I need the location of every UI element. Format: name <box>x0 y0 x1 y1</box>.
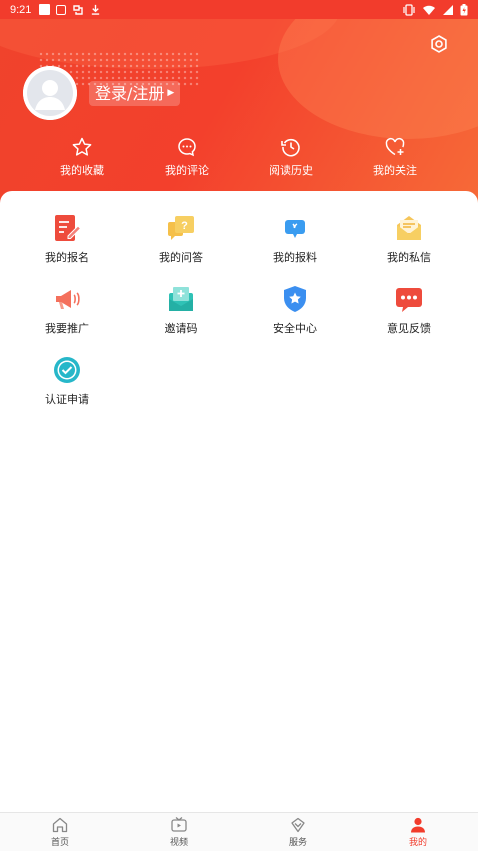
report-news-icon <box>285 220 305 238</box>
download-icon <box>92 4 100 15</box>
grid-item-report[interactable]: 我的报料 <box>250 213 340 265</box>
notification-square-icon <box>39 4 51 15</box>
grid-item-label: 我的私信 <box>387 251 431 264</box>
grid-item-signup[interactable]: 我的报名 <box>22 213 112 265</box>
grid-item-feedback[interactable]: 意见反馈 <box>364 284 454 336</box>
service-icon <box>291 817 305 833</box>
tab-home[interactable]: 首页 <box>30 816 90 848</box>
quick-link-history[interactable]: 阅读历史 <box>251 136 331 178</box>
avatar[interactable] <box>23 66 77 120</box>
tab-mine[interactable]: 我的 <box>388 816 448 848</box>
tab-label: 我的 <box>408 838 427 848</box>
quick-link-label: 阅读历史 <box>269 164 313 177</box>
app-a-icon <box>56 4 67 15</box>
vibrate-icon <box>403 3 415 16</box>
heart-add-icon <box>385 137 405 156</box>
grid-item-label: 我要推广 <box>45 322 89 335</box>
private-message-icon <box>397 216 421 240</box>
status-time: 9:21 <box>10 3 32 16</box>
quick-link-favorites[interactable]: 我的收藏 <box>42 136 122 178</box>
settings-button[interactable] <box>429 34 449 54</box>
invite-code-icon <box>169 287 193 311</box>
grid-item-invite-code[interactable]: 邀请码 <box>136 284 226 336</box>
user-icon <box>411 817 425 833</box>
cell-signal-icon <box>443 4 453 15</box>
grid-item-label: 我的报名 <box>45 251 89 264</box>
video-icon <box>171 817 187 832</box>
grid-item-label: 认证申请 <box>45 393 89 406</box>
tab-video[interactable]: 视频 <box>149 816 209 848</box>
quick-link-label: 我的收藏 <box>60 164 104 177</box>
grid-item-qa[interactable]: ? 我的问答 <box>136 213 226 265</box>
tab-service[interactable]: 服务 <box>268 816 328 848</box>
quick-link-comments[interactable]: 我的评论 <box>147 136 227 178</box>
signup-form-icon <box>55 215 82 241</box>
feedback-icon <box>396 288 422 312</box>
history-icon <box>281 138 300 157</box>
star-icon <box>72 137 92 156</box>
grid-item-promote[interactable]: 我要推广 <box>22 284 112 336</box>
shield-icon <box>284 286 306 312</box>
grid-item-security[interactable]: 安全中心 <box>250 284 340 336</box>
grid-item-label: 意见反馈 <box>387 322 431 335</box>
megaphone-icon <box>56 290 80 309</box>
tab-label: 服务 <box>288 838 307 848</box>
qa-icon: ? <box>168 216 194 240</box>
grid-item-verification[interactable]: 认证申请 <box>22 355 112 407</box>
login-register-button[interactable]: 登录/注册 ▶ <box>89 81 181 106</box>
verified-badge-icon <box>54 357 80 383</box>
login-register-label: 登录/注册 <box>95 84 165 103</box>
settings-icon <box>431 35 447 53</box>
feature-card: 我的报名 ? 我的问答 我的报料 我的私信 我要推广 邀请码 安全中心 意见反馈… <box>0 191 478 813</box>
default-avatar-icon <box>23 66 77 120</box>
app-notification-icon <box>73 4 84 15</box>
comment-icon <box>178 138 196 157</box>
quick-link-label: 我的评论 <box>165 164 209 177</box>
battery-icon <box>460 3 468 15</box>
grid-item-label: 安全中心 <box>273 322 317 335</box>
grid-item-label: 邀请码 <box>164 322 198 335</box>
grid-item-label: 我的问答 <box>159 251 203 264</box>
grid-item-label: 我的报料 <box>273 251 317 264</box>
profile-header: 登录/注册 ▶ 我的收藏 我的评论 阅读历史 我的关注 <box>0 19 478 219</box>
tab-label: 首页 <box>50 838 69 848</box>
play-arrow-icon: ▶ <box>167 88 175 98</box>
quick-link-following[interactable]: 我的关注 <box>355 136 435 178</box>
wifi-icon <box>423 5 435 15</box>
home-icon <box>52 817 68 833</box>
quick-link-label: 我的关注 <box>373 164 417 177</box>
bottom-tab-bar: 首页 视频 服务 我的 <box>0 812 478 851</box>
status-bar: 9:21 <box>0 0 478 19</box>
tab-label: 视频 <box>169 838 188 848</box>
svg-text:?: ? <box>181 220 188 232</box>
grid-item-private-message[interactable]: 我的私信 <box>364 213 454 265</box>
